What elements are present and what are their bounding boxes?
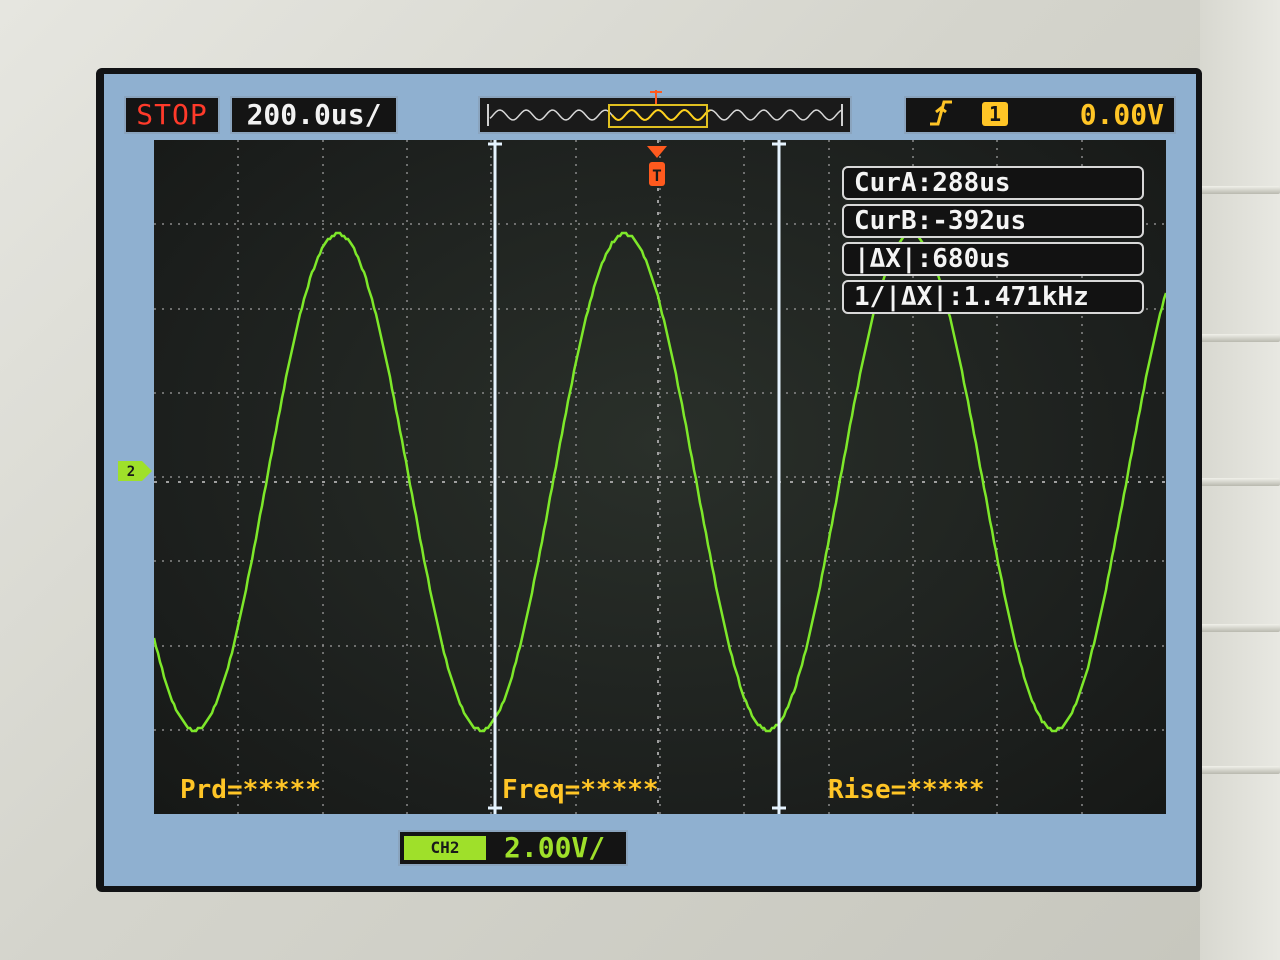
cursor-frequency-readout: 1/|ΔX|:1.471kHz <box>842 280 1144 314</box>
rising-edge-icon <box>926 98 956 136</box>
channel-tag: CH2 <box>404 836 486 860</box>
softkey-4[interactable] <box>1196 624 1280 632</box>
trigger-position-marker-icon[interactable]: T <box>646 144 668 190</box>
softkey-5[interactable] <box>1196 766 1280 774</box>
period-measurement: Prd=***** <box>180 775 321 805</box>
svg-text:2: 2 <box>127 464 135 480</box>
trigger-source-badge: 1 <box>982 102 1008 126</box>
softkey-1[interactable] <box>1196 186 1280 194</box>
cursor-delta-readout: |ΔX|:680us <box>842 242 1144 276</box>
channel-scale-status[interactable]: CH2 2.00V/ <box>398 830 628 866</box>
cursor-b-readout: CurB:-392us <box>842 204 1144 238</box>
svg-text:T: T <box>652 166 662 185</box>
frequency-measurement: Freq=***** <box>502 775 659 805</box>
channel-2-ground-marker-icon[interactable]: 2 <box>118 460 154 482</box>
cursor-a-top-cap <box>488 142 502 154</box>
trigger-level-readout: 0.00V <box>1079 98 1164 131</box>
memory-trigger-tick-icon <box>650 90 662 104</box>
timebase-readout: 200.0us/ <box>230 96 398 134</box>
cursor-a-bottom-cap <box>488 798 502 810</box>
cursor-a-readout: CurA:288us <box>842 166 1144 200</box>
softkey-3[interactable] <box>1196 478 1280 486</box>
cursor-b-bottom-cap <box>772 798 786 810</box>
rise-time-measurement: Rise=***** <box>828 775 985 805</box>
softkey-2[interactable] <box>1196 334 1280 342</box>
cursor-b-top-cap <box>772 142 786 154</box>
memory-view-window[interactable] <box>608 104 708 128</box>
run-state-indicator[interactable]: STOP <box>124 96 220 134</box>
trigger-status[interactable]: 1 0.00V <box>904 96 1176 134</box>
vertical-scale-readout: 2.00V/ <box>504 831 606 864</box>
